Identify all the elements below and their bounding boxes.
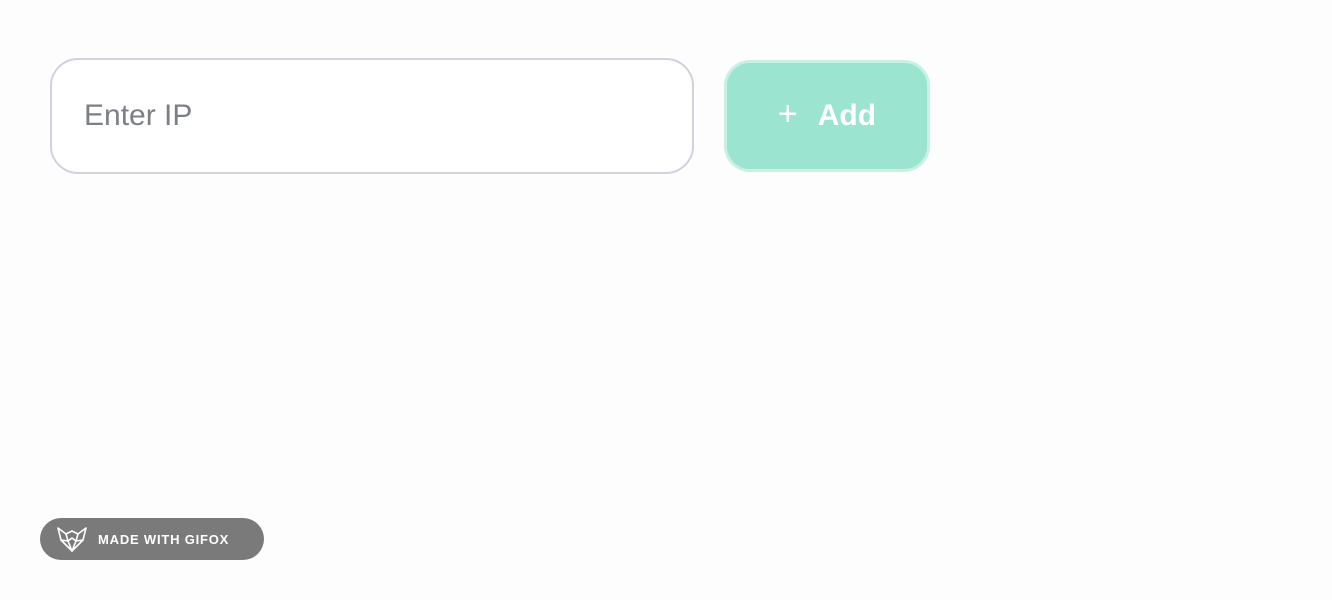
watermark-label: MADE WITH GIFOX [98,531,230,547]
ip-input[interactable] [50,58,694,174]
add-button[interactable]: + Add [724,60,930,172]
app-canvas: + Add MADE WITH GIFOX [0,0,1332,600]
add-ip-form: + Add [50,58,930,174]
fox-icon [56,525,88,553]
add-button-label: Add [817,99,877,132]
gifox-watermark-badge: MADE WITH GIFOX [40,518,264,560]
plus-icon: + [777,95,798,133]
